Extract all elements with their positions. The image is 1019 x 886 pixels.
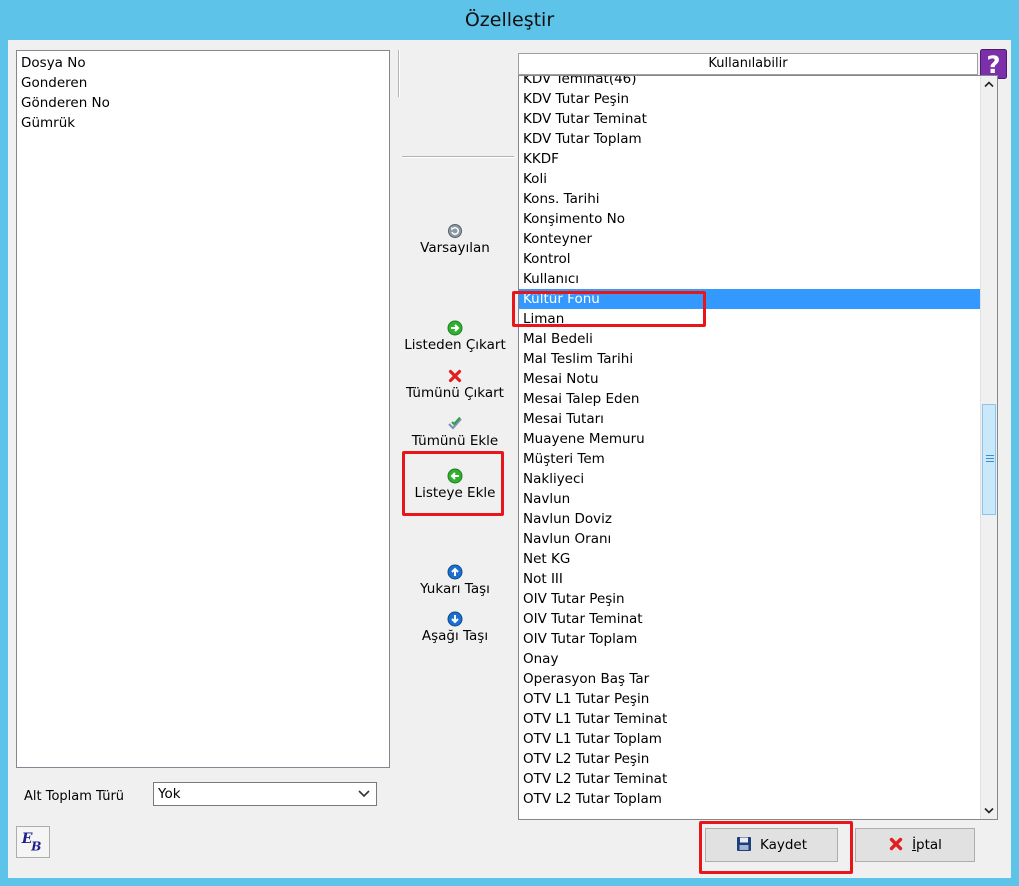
available-list-item[interactable]: Liman <box>519 309 980 329</box>
available-list-item[interactable]: Müşteri Tem <box>519 449 980 469</box>
available-list-item-selected[interactable]: Kültür Fonu <box>519 289 980 309</box>
cancel-button[interactable]: İptal <box>855 828 975 862</box>
available-header[interactable]: Kullanılabilir <box>518 53 978 75</box>
available-list-item[interactable]: Onay <box>519 649 980 669</box>
double-check-icon <box>448 416 462 430</box>
add-all-button[interactable]: Tümünü Ekle <box>397 416 513 450</box>
bottom-bar: E B Kaydet İptal <box>8 816 1011 878</box>
selected-list-item[interactable]: Dosya No <box>21 53 385 73</box>
red-x-icon <box>889 837 903 851</box>
available-list-item[interactable]: KDV Tutar Teminat <box>519 109 980 129</box>
remove-from-list-button[interactable]: Listeden Çıkart <box>397 320 513 354</box>
arrow-down-icon <box>447 611 463 627</box>
arrow-left-icon <box>447 468 463 484</box>
available-list-item[interactable]: OTV L2 Tutar Toplam <box>519 789 980 809</box>
svg-text:B: B <box>30 839 41 853</box>
dialog-client: Dosya No Gonderen Gönderen No Gümrük Alt… <box>8 40 1011 878</box>
default-label: Varsayılan <box>420 240 490 256</box>
available-list-item[interactable]: Nakliyeci <box>519 469 980 489</box>
available-list-item[interactable]: OTV L1 Tutar Peşin <box>519 689 980 709</box>
move-down-button[interactable]: Aşağı Taşı <box>397 611 513 645</box>
available-list-item[interactable]: Operasyon Baş Tar <box>519 669 980 689</box>
cancel-label: İptal <box>912 837 942 853</box>
eb-logo-icon: E B <box>21 831 42 854</box>
logo-button[interactable]: E B <box>16 826 50 858</box>
selected-columns-list[interactable]: Dosya No Gonderen Gönderen No Gümrük <box>16 50 390 768</box>
available-list-item[interactable]: Navlun <box>519 489 980 509</box>
subtotal-type-select[interactable]: Yok <box>153 782 377 806</box>
move-up-button[interactable]: Yukarı Taşı <box>397 564 513 598</box>
window-title: Özelleştir <box>0 0 1019 40</box>
move-down-label: Aşağı Taşı <box>421 628 489 644</box>
selected-list-item[interactable]: Gümrük <box>21 113 385 133</box>
move-up-label: Yukarı Taşı <box>420 581 490 597</box>
remove-all-label: Tümünü Çıkart <box>406 385 504 401</box>
available-list-item[interactable]: Not III <box>519 569 980 589</box>
vertical-scrollbar[interactable] <box>980 76 997 819</box>
available-list-item[interactable]: Navlun Oranı <box>519 529 980 549</box>
available-list-item[interactable]: OTV L2 Tutar Teminat <box>519 769 980 789</box>
scrollbar-thumb[interactable] <box>982 404 996 515</box>
refresh-icon <box>448 224 462 238</box>
available-list-item[interactable]: Mesai Talep Eden <box>519 389 980 409</box>
default-button[interactable]: Varsayılan <box>397 223 513 257</box>
available-list-item[interactable]: Mesai Notu <box>519 369 980 389</box>
available-list-item[interactable]: Net KG <box>519 549 980 569</box>
available-list-item[interactable]: OIV Tutar Toplam <box>519 629 980 649</box>
add-all-label: Tümünü Ekle <box>411 433 499 449</box>
available-list-item[interactable]: Mal Bedeli <box>519 329 980 349</box>
available-list-item[interactable]: Mal Teslim Tarihi <box>519 349 980 369</box>
floppy-disk-icon <box>736 837 751 851</box>
add-to-list-button[interactable]: Listeye Ekle <box>397 468 513 502</box>
available-list-item[interactable]: Navlun Doviz <box>519 509 980 529</box>
red-x-icon <box>448 369 462 383</box>
available-list-item[interactable]: Konteyner <box>519 229 980 249</box>
remove-from-list-label: Listeden Çıkart <box>404 337 506 353</box>
scroll-up-icon[interactable] <box>981 76 997 93</box>
available-list-item[interactable]: Muayene Memuru <box>519 429 980 449</box>
available-list-item[interactable]: KDV Teminat(46) <box>519 76 980 89</box>
available-list-item[interactable]: KKDF <box>519 149 980 169</box>
splitter-horizontal <box>402 156 514 158</box>
selected-list-item[interactable]: Gönderen No <box>21 93 385 113</box>
available-columns-list[interactable]: KDV Teminat(46) KDV Tutar Peşin KDV Tutar … <box>518 75 998 820</box>
save-button[interactable]: Kaydet <box>705 828 838 862</box>
subtotal-type-value: Yok <box>158 786 181 802</box>
available-list-item[interactable]: Konşimento No <box>519 209 980 229</box>
remove-all-button[interactable]: Tümünü Çıkart <box>397 368 513 402</box>
available-list-item[interactable]: KDV Tutar Peşin <box>519 89 980 109</box>
chevron-down-icon <box>358 790 370 798</box>
available-list-item[interactable]: OIV Tutar Peşin <box>519 589 980 609</box>
available-list-item[interactable]: KDV Tutar Toplam <box>519 129 980 149</box>
arrow-up-icon <box>447 564 463 580</box>
available-list-item[interactable]: OTV L1 Tutar Toplam <box>519 729 980 749</box>
available-items: KDV Teminat(46) KDV Tutar Peşin KDV Tutar … <box>519 76 980 809</box>
available-list-item[interactable]: Mesai Tutarı <box>519 409 980 429</box>
available-list-item[interactable]: Koli <box>519 169 980 189</box>
splitter-vertical[interactable] <box>398 50 400 97</box>
arrow-right-icon <box>447 320 463 336</box>
available-list-item[interactable]: Kontrol <box>519 249 980 269</box>
selected-list-item[interactable]: Gonderen <box>21 73 385 93</box>
available-list-item[interactable]: OTV L2 Tutar Peşin <box>519 749 980 769</box>
available-list-item[interactable]: Kullanıcı <box>519 269 980 289</box>
add-to-list-label: Listeye Ekle <box>414 485 496 501</box>
subtotal-type-label: Alt Toplam Türü <box>24 789 125 804</box>
save-label: Kaydet <box>759 837 808 853</box>
available-list-item[interactable]: Kons. Tarihi <box>519 189 980 209</box>
grip-icon <box>986 455 994 464</box>
available-list-item[interactable]: OTV L1 Tutar Teminat <box>519 709 980 729</box>
available-list-item[interactable]: OIV Tutar Teminat <box>519 609 980 629</box>
